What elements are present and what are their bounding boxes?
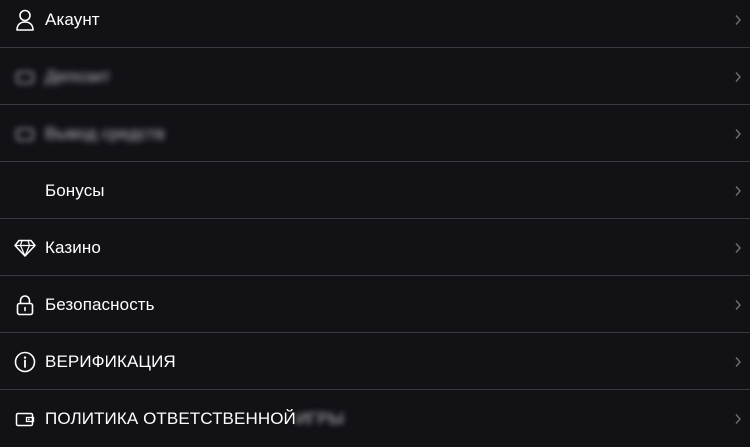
menu-item-security[interactable]: Безопасность	[0, 277, 750, 333]
wallet-card-icon	[13, 407, 37, 431]
menu-item-label: Вывод средств	[45, 124, 165, 143]
user-icon	[13, 8, 37, 32]
menu-item-bonuses[interactable]: Бонусы	[0, 163, 750, 219]
chevron-right-icon	[735, 243, 741, 253]
chevron-right-icon	[735, 300, 741, 310]
menu-item-withdrawal[interactable]: Вывод средств	[0, 106, 750, 162]
info-icon	[13, 350, 37, 374]
menu-item-label: Безопасность	[45, 295, 155, 314]
diamond-icon	[13, 236, 37, 260]
wallet-icon	[13, 122, 37, 146]
menu-item-account[interactable]: Акаунт	[0, 0, 750, 48]
menu-item-verification[interactable]: ВЕРИФИКАЦИЯ	[0, 334, 750, 390]
chevron-right-icon	[735, 414, 741, 424]
chevron-right-icon	[735, 186, 741, 196]
wallet-icon	[13, 65, 37, 89]
chevron-right-icon	[735, 72, 741, 82]
menu-item-label-tail: ИГРЫ	[295, 409, 345, 428]
menu-item-responsible-gaming[interactable]: ПОЛИТИКА ОТВЕТСТВЕННОЙИГРЫ	[0, 391, 750, 447]
lock-icon	[13, 293, 37, 317]
menu-item-label: ПОЛИТИКА ОТВЕТСТВЕННОЙИГРЫ	[45, 409, 344, 429]
settings-menu: Акаунт Депозит Вывод средств Бонусы Кази…	[0, 0, 750, 435]
chevron-right-icon	[735, 357, 741, 367]
menu-item-label: Бонусы	[45, 181, 105, 200]
menu-item-label: Депозит	[45, 67, 111, 86]
menu-item-deposit[interactable]: Депозит	[0, 49, 750, 105]
menu-item-casino[interactable]: Казино	[0, 220, 750, 276]
chevron-right-icon	[735, 129, 741, 139]
menu-item-label: ВЕРИФИКАЦИЯ	[45, 352, 176, 371]
menu-item-label: Казино	[45, 238, 101, 257]
chevron-right-icon	[735, 15, 741, 25]
menu-item-label-main: ПОЛИТИКА ОТВЕТСТВЕННОЙ	[45, 409, 296, 428]
menu-item-label: Акаунт	[45, 10, 100, 29]
